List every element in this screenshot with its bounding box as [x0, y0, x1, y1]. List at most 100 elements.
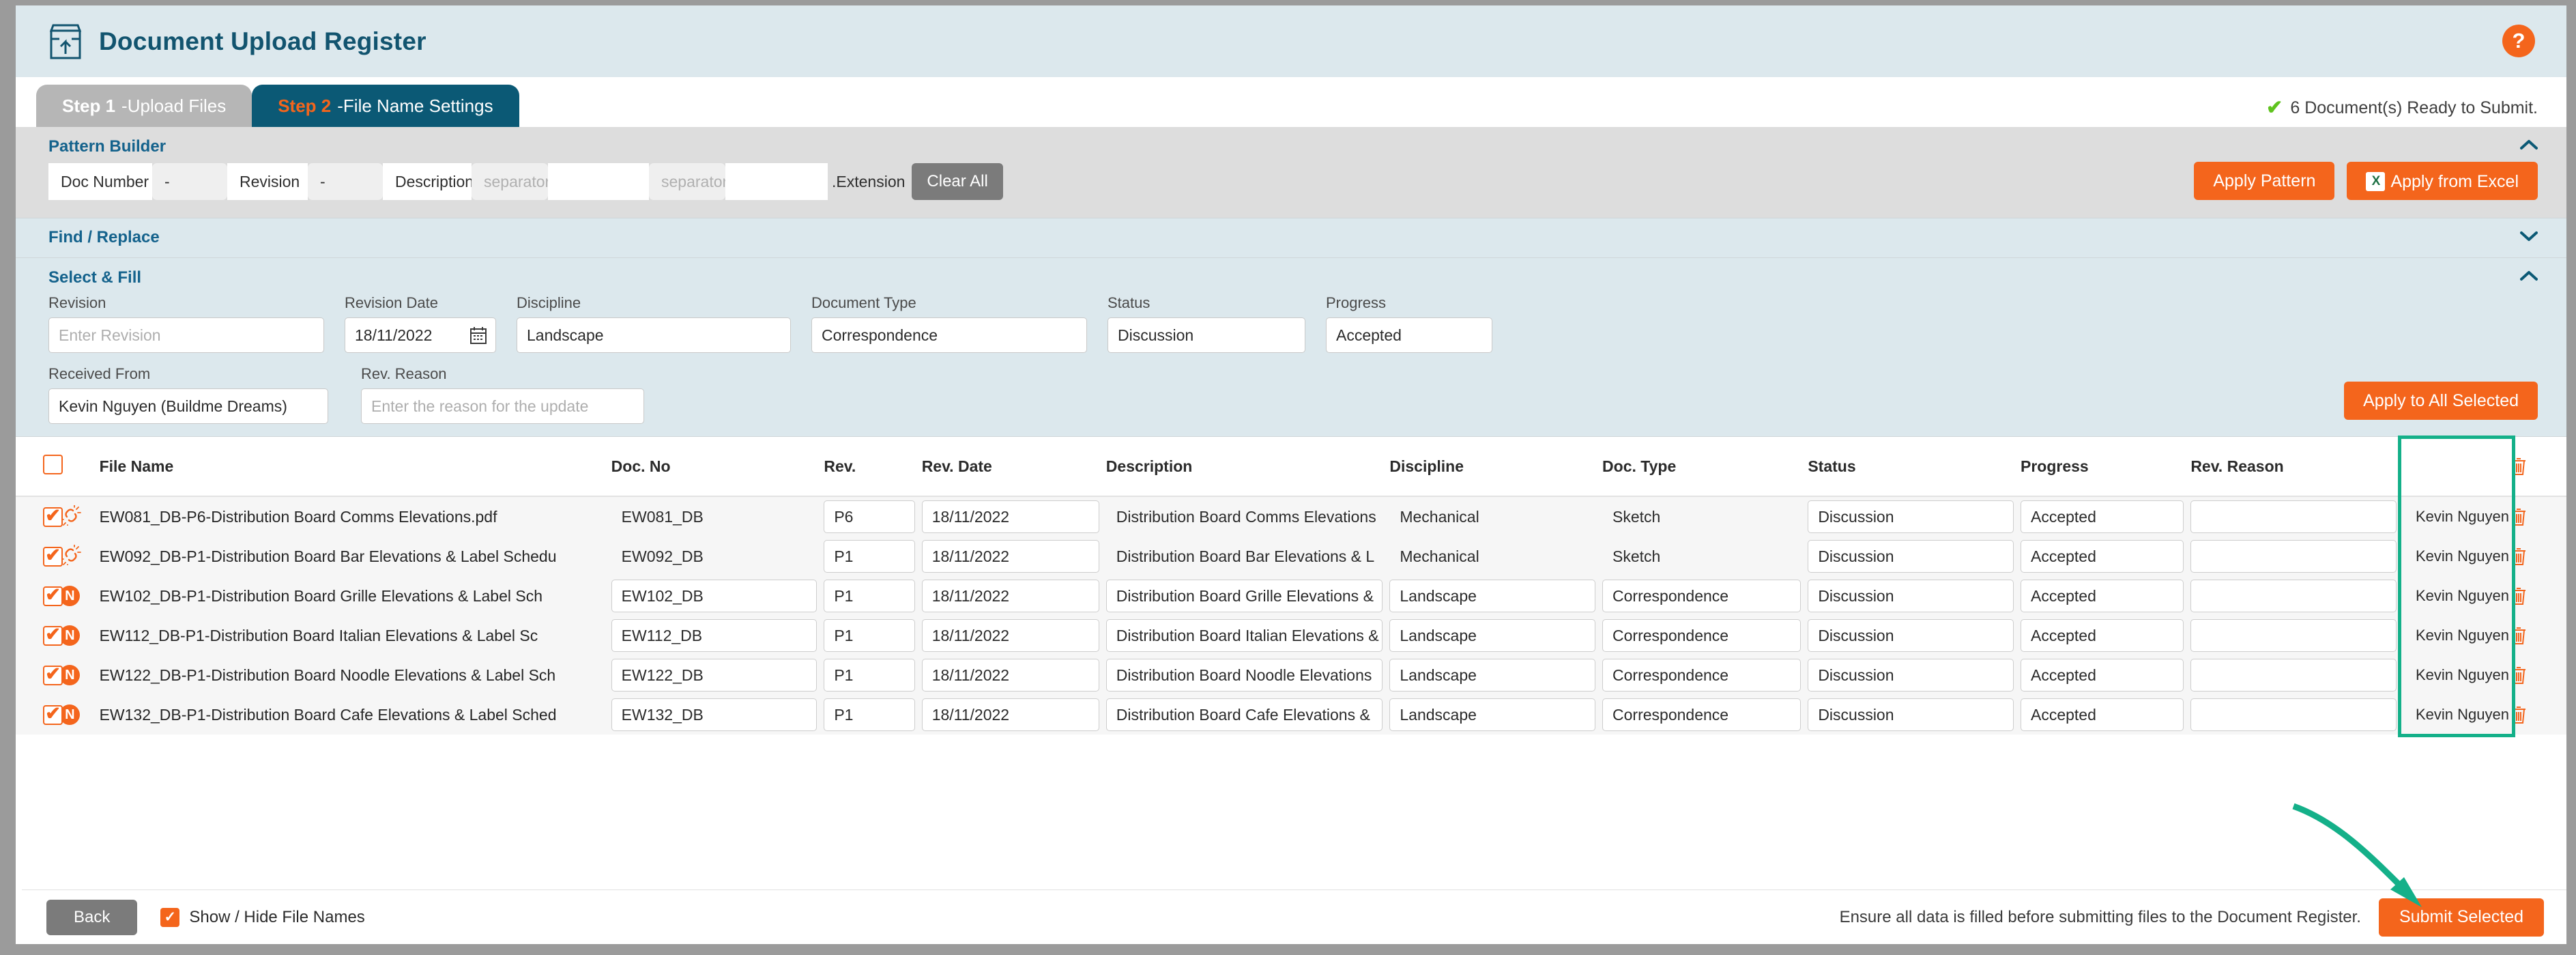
row-description-input[interactable]: Distribution Board Cafe Elevations & [1105, 698, 1383, 731]
document-type-input[interactable]: Correspondence [811, 317, 1087, 353]
row-discipline-input[interactable]: Mechanical [1389, 500, 1595, 533]
row-checkbox[interactable]: ✔ [43, 585, 63, 606]
row-doc-no-input[interactable]: EW092_DB [611, 540, 817, 573]
row-discipline-input[interactable]: Landscape [1389, 659, 1596, 692]
trash-icon[interactable] [2510, 625, 2560, 646]
pattern-chip-separator-placeholder-2[interactable]: separator [649, 163, 727, 200]
row-doc-no-input[interactable]: EW102_DB [611, 580, 817, 612]
row-discipline-input[interactable]: Landscape [1389, 698, 1596, 731]
row-doc-type-input[interactable]: Correspondence [1602, 659, 1801, 692]
row-checkbox[interactable]: ✔ [43, 704, 63, 725]
th-description[interactable]: Description [1105, 437, 1390, 497]
apply-to-all-selected-button[interactable]: Apply to All Selected [2344, 382, 2538, 420]
row-checkbox[interactable]: ✔ [43, 545, 63, 567]
trash-icon[interactable] [2510, 507, 2560, 527]
pattern-chip-separator-1[interactable]: - [152, 163, 227, 200]
discipline-input[interactable]: Landscape [517, 317, 791, 353]
th-progress[interactable]: Progress [2020, 437, 2191, 497]
row-rev-input[interactable]: P1 [824, 619, 915, 652]
select-all-checkbox[interactable] [43, 454, 63, 474]
row-progress-input[interactable]: Accepted [2020, 659, 2184, 692]
help-button[interactable]: ? [2502, 25, 2535, 57]
chevron-up-icon-pattern-builder[interactable] [2520, 139, 2538, 150]
row-rev-reason-input[interactable] [2190, 619, 2397, 652]
row-doc-type-input[interactable]: Correspondence [1602, 580, 1801, 612]
th-doc-no[interactable]: Doc. No [611, 437, 824, 497]
row-status-input[interactable]: Discussion [1808, 540, 2014, 573]
pattern-chip-description[interactable]: Description [383, 163, 474, 200]
row-rev-date-input[interactable]: 18/11/2022 [921, 540, 1099, 573]
trash-icon[interactable] [2510, 546, 2560, 567]
chevron-down-icon-find-replace[interactable] [2520, 231, 2538, 242]
apply-from-excel-button[interactable]: X Apply from Excel [2347, 162, 2538, 200]
calendar-icon[interactable] [469, 326, 487, 345]
row-rev-reason-input[interactable] [2190, 500, 2397, 533]
row-doc-type-input[interactable]: Sketch [1602, 540, 1801, 573]
row-rev-reason-input[interactable] [2190, 580, 2397, 612]
row-status-input[interactable]: Discussion [1808, 500, 2014, 533]
row-description-input[interactable]: Distribution Board Comms Elevations [1106, 500, 1383, 533]
th-doc-type[interactable]: Doc. Type [1602, 437, 1808, 497]
row-rev-reason-input[interactable] [2190, 698, 2397, 731]
row-doc-no-input[interactable]: EW081_DB [611, 500, 817, 533]
pattern-chip-revision[interactable]: Revision [227, 163, 308, 200]
th-rev-reason[interactable]: Rev. Reason [2190, 437, 2403, 497]
row-doc-no-input[interactable]: EW122_DB [611, 659, 817, 692]
chevron-up-icon-select-fill[interactable] [2520, 270, 2538, 281]
pattern-chip-separator-2[interactable]: - [308, 163, 383, 200]
row-checkbox[interactable]: ✔ [43, 506, 63, 527]
row-progress-input[interactable]: Accepted [2020, 580, 2184, 612]
row-rev-date-input[interactable]: 18/11/2022 [921, 619, 1099, 652]
row-progress-input[interactable]: Accepted [2020, 619, 2184, 652]
th-status[interactable]: Status [1808, 437, 2021, 497]
received-from-input[interactable]: Kevin Nguyen (Buildme Dreams) [48, 388, 328, 424]
th-recieved-from[interactable]: Recieved From [2403, 437, 2510, 497]
trash-icon[interactable] [2510, 665, 2560, 685]
pattern-chip-empty-1[interactable] [548, 163, 649, 200]
row-doc-type-input[interactable]: Correspondence [1602, 619, 1801, 652]
tab-step-2-file-name-settings[interactable]: Step 2 - File Name Settings [252, 85, 519, 127]
row-rev-input[interactable]: P1 [824, 659, 915, 692]
row-discipline-input[interactable]: Landscape [1389, 580, 1596, 612]
th-rev-date[interactable]: Rev. Date [921, 437, 1106, 497]
row-rev-date-input[interactable]: 18/11/2022 [921, 500, 1099, 533]
row-checkbox[interactable]: ✔ [43, 625, 63, 646]
show-hide-file-names-checkbox[interactable]: ✓ [160, 907, 180, 927]
row-discipline-input[interactable]: Landscape [1389, 619, 1596, 652]
row-progress-input[interactable]: Accepted [2020, 500, 2184, 533]
rev-reason-input[interactable]: Enter the reason for the update [361, 388, 644, 424]
clear-all-button[interactable]: Clear All [912, 163, 1003, 200]
status-input[interactable]: Discussion [1108, 317, 1305, 353]
th-file-name[interactable]: File Name [99, 437, 611, 497]
row-rev-date-input[interactable]: 18/11/2022 [921, 659, 1099, 692]
row-doc-type-input[interactable]: Sketch [1602, 500, 1801, 533]
row-status-input[interactable]: Discussion [1808, 619, 2014, 652]
row-rev-input[interactable]: P1 [824, 540, 915, 573]
trash-icon-header[interactable] [2510, 456, 2560, 476]
progress-input[interactable]: Accepted [1326, 317, 1492, 353]
row-status-input[interactable]: Discussion [1808, 698, 2014, 731]
row-description-input[interactable]: Distribution Board Noodle Elevations [1105, 659, 1383, 692]
row-doc-type-input[interactable]: Correspondence [1602, 698, 1801, 731]
row-rev-reason-input[interactable] [2190, 659, 2397, 692]
show-hide-file-names-row[interactable]: ✓ Show / Hide File Names [160, 907, 365, 927]
pattern-chip-empty-2[interactable] [725, 163, 828, 200]
row-description-input[interactable]: Distribution Board Bar Elevations & L [1106, 540, 1383, 573]
find-replace-section[interactable]: Find / Replace [16, 218, 2566, 258]
row-discipline-input[interactable]: Mechanical [1389, 540, 1595, 573]
row-rev-date-input[interactable]: 18/11/2022 [921, 698, 1099, 731]
row-description-input[interactable]: Distribution Board Italian Elevations & [1105, 619, 1383, 652]
row-status-input[interactable]: Discussion [1808, 659, 2014, 692]
back-button[interactable]: Back [46, 899, 138, 935]
row-rev-input[interactable]: P1 [824, 580, 915, 612]
row-rev-input[interactable]: P1 [824, 698, 915, 731]
revision-input[interactable]: Enter Revision [48, 317, 324, 353]
th-discipline[interactable]: Discipline [1389, 437, 1603, 497]
revision-date-input[interactable]: 18/11/2022 [345, 317, 496, 353]
th-rev[interactable]: Rev. [824, 437, 922, 497]
submit-selected-button[interactable]: Submit Selected [2378, 898, 2544, 937]
row-doc-no-input[interactable]: EW132_DB [611, 698, 817, 731]
row-description-input[interactable]: Distribution Board Grille Elevations & [1105, 580, 1383, 612]
trash-icon[interactable] [2510, 704, 2560, 725]
pattern-chip-doc-number[interactable]: Doc Number [48, 163, 152, 200]
